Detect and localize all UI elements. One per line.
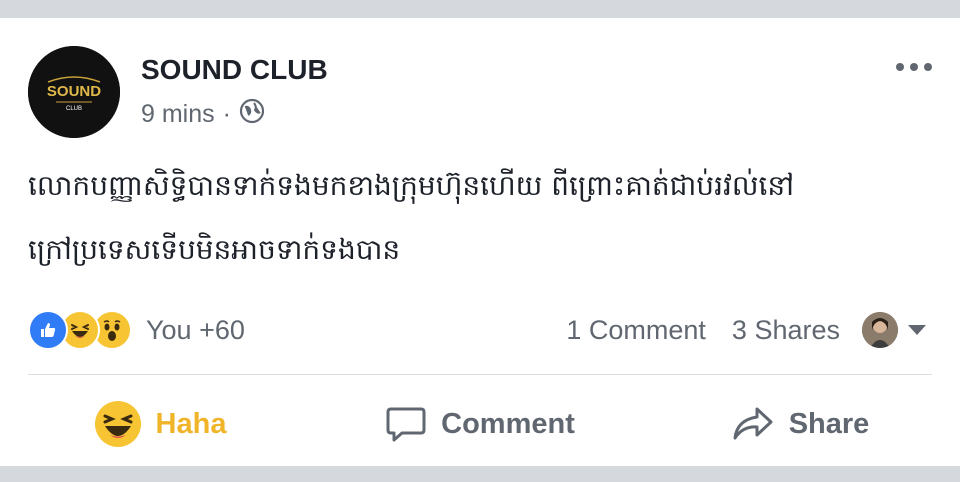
meta-separator: ·: [222, 100, 231, 128]
divider: [28, 374, 932, 375]
share-button[interactable]: Share: [640, 404, 960, 444]
post-time[interactable]: 9 mins: [141, 100, 215, 129]
share-icon: [731, 404, 775, 444]
post-text: លោកបញ្ញាសិទ្ធិបានទាក់ទងមកខាងក្រុមហ៊ុនហើយ…: [28, 154, 938, 282]
svg-text:CLUB: CLUB: [66, 106, 82, 112]
comment-button[interactable]: Comment: [320, 403, 640, 445]
reaction-summary[interactable]: You +60: [28, 310, 245, 350]
post-text-line: លោកបញ្ញាសិទ្ធិបានទាក់ទងមកខាងក្រុមហ៊ុនហើយ…: [28, 169, 795, 202]
post-text-line: ក្រៅប្រទេសទើបមិនអាចទាក់ទងបាន: [28, 233, 401, 266]
comment-count[interactable]: 1 Comment: [566, 315, 706, 346]
post-meta: 9 mins ·: [141, 98, 265, 131]
svg-text:SOUND: SOUND: [47, 83, 101, 100]
comment-label: Comment: [441, 407, 575, 440]
comment-icon: [385, 403, 427, 445]
share-count[interactable]: 3 Shares: [732, 315, 840, 346]
more-options-icon[interactable]: [896, 63, 932, 71]
haha-label: Haha: [155, 407, 227, 440]
post-stats: 1 Comment 3 Shares: [566, 309, 926, 351]
like-icon: [28, 310, 68, 350]
chevron-down-icon[interactable]: [908, 325, 926, 335]
reaction-count[interactable]: You +60: [146, 315, 245, 346]
haha-icon: [94, 400, 142, 448]
share-label: Share: [788, 407, 870, 440]
page-avatar[interactable]: SOUND CLUB: [28, 46, 120, 138]
post-card: SOUND CLUB SOUND CLUB 9 mins · លោកបញ្ញាស…: [0, 18, 960, 466]
sound-club-logo: SOUND CLUB: [28, 46, 120, 138]
action-bar: Haha Comment Share: [0, 390, 960, 458]
haha-button[interactable]: Haha: [0, 400, 320, 448]
viewer-avatar[interactable]: [862, 312, 898, 348]
page-name[interactable]: SOUND CLUB: [141, 54, 328, 86]
globe-icon: [239, 98, 265, 131]
